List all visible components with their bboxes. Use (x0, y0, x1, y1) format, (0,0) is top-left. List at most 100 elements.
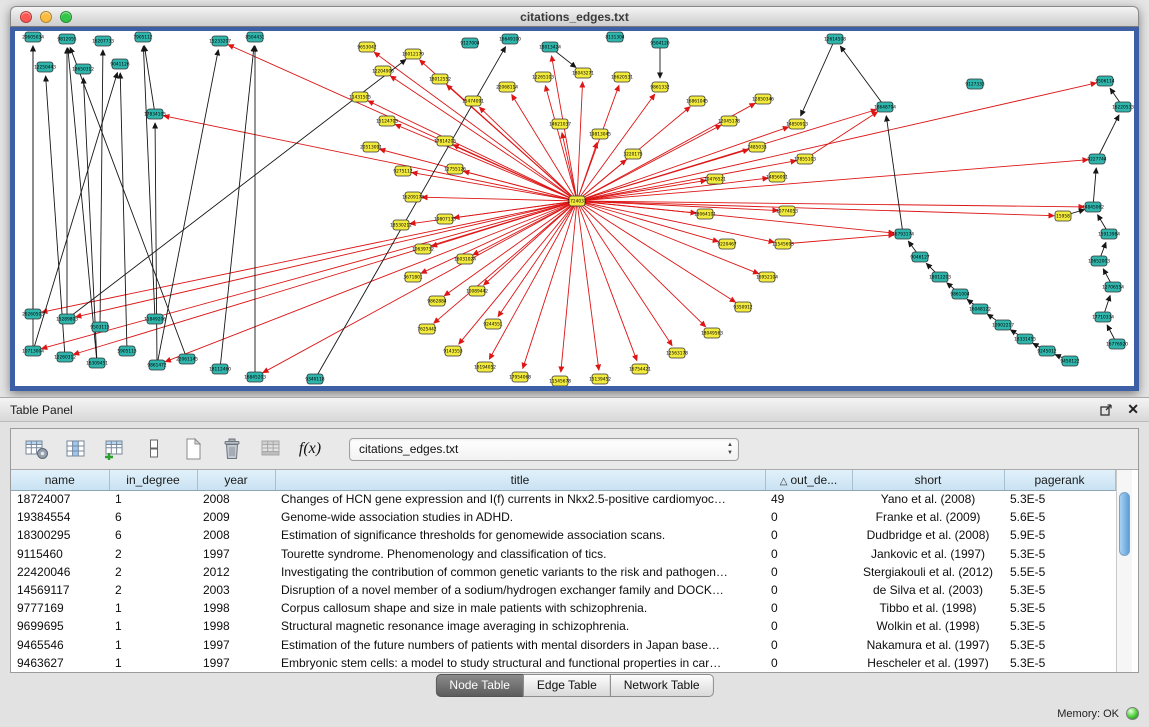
graph-node[interactable]: 9227744 (1087, 154, 1106, 164)
graph-edge[interactable] (577, 178, 768, 201)
graph-node[interactable]: 9244551 (483, 319, 502, 329)
network-canvas[interactable]: 1724031965304212204906114315051512470320… (15, 31, 1134, 386)
graph-node[interactable]: 12250443 (34, 62, 56, 72)
table-cell[interactable]: 9699695 (11, 617, 109, 635)
float-panel-icon[interactable] (1100, 403, 1113, 416)
graph-node[interactable]: 15913984 (1098, 229, 1120, 239)
graph-node[interactable]: 10652003 (1088, 256, 1110, 266)
graph-node[interactable]: 19807133 (434, 214, 456, 224)
table-cell[interactable]: 14569117 (11, 581, 109, 599)
table-cell[interactable]: 5.9E-5 (1004, 526, 1115, 544)
column-header-pagerank[interactable]: pagerank (1004, 470, 1115, 490)
table-cell[interactable]: Changes of HCN gene expression and I(f) … (275, 490, 765, 508)
graph-node[interactable]: 17834105 (144, 109, 166, 119)
scrollbar-thumb[interactable] (1119, 492, 1130, 556)
graph-node[interactable]: 16845203 (244, 372, 266, 382)
graph-node[interactable]: 18012552 (429, 74, 451, 84)
graph-node[interactable]: 1724031 (567, 196, 586, 206)
graph-edge[interactable] (164, 116, 577, 201)
table-cell[interactable]: de Silva et al. (2003) (852, 581, 1004, 599)
graph-edge[interactable] (368, 101, 577, 201)
graph-node[interactable]: 9862884 (427, 296, 446, 306)
table-cell[interactable]: 0 (765, 636, 852, 654)
graph-edge[interactable] (143, 46, 155, 319)
table-cell[interactable]: 0 (765, 545, 852, 563)
graph-node[interactable]: 15233207 (209, 36, 231, 46)
graph-node[interactable]: 16209178 (402, 192, 424, 202)
table-cell[interactable]: Disruption of a novel member of a sodium… (275, 581, 765, 599)
graph-edge[interactable] (70, 47, 187, 359)
graph-edge[interactable] (577, 127, 789, 201)
graph-node[interactable]: 9653042 (357, 42, 376, 52)
table-row[interactable]: 946362711997Embryonic stem cells: a mode… (11, 654, 1115, 672)
table-cell[interactable]: 1997 (197, 545, 275, 563)
graph-node[interactable]: 16649100 (499, 34, 521, 44)
graph-node[interactable]: 22061145 (176, 354, 198, 364)
table-cell[interactable]: 19384554 (11, 508, 109, 526)
graph-edge[interactable] (220, 46, 254, 369)
table-cell[interactable]: Embryonic stem cells: a model to study s… (275, 654, 765, 672)
table-cell[interactable]: 2008 (197, 490, 275, 508)
delete-table-button[interactable] (218, 434, 246, 464)
graph-node[interactable]: 12755126 (444, 164, 466, 174)
graph-node[interactable]: 10639732 (412, 244, 434, 254)
graph-node[interactable]: 16012179 (402, 49, 424, 59)
table-cell[interactable]: Wolkin et al. (1998) (852, 617, 1004, 635)
import-table-button[interactable] (257, 434, 285, 464)
graph-node[interactable]: 9506114 (1095, 76, 1114, 86)
table-cell[interactable]: 5.3E-5 (1004, 545, 1115, 563)
graph-node[interactable]: 16194052 (474, 362, 496, 372)
graph-edge[interactable] (100, 50, 103, 327)
toggle-rows-button[interactable] (140, 434, 168, 464)
graph-node[interactable]: 9861004 (950, 289, 969, 299)
graph-node[interactable]: 12204906 (372, 66, 394, 76)
table-cell[interactable]: 5.3E-5 (1004, 581, 1115, 599)
close-panel-icon[interactable]: ✕ (1127, 401, 1139, 418)
graph-node[interactable]: 14621037 (549, 119, 571, 129)
table-cell[interactable]: 1 (109, 636, 197, 654)
graph-edge[interactable] (577, 83, 1096, 201)
graph-node[interactable]: 10713004 (22, 346, 44, 356)
table-source-select[interactable]: citations_edges.txt ▲▼ (349, 438, 739, 461)
graph-edge[interactable] (577, 160, 1088, 201)
graph-edge[interactable] (1097, 115, 1119, 159)
graph-node[interactable]: 9127333 (965, 79, 984, 89)
table-row[interactable]: 1456911722003Disruption of a novel membe… (11, 581, 1115, 599)
table-cell[interactable]: 5.3E-5 (1004, 654, 1115, 672)
graph-node[interactable]: 14856091 (766, 172, 788, 182)
column-header-title[interactable]: title (275, 470, 765, 490)
graph-node[interactable]: 9220467 (717, 239, 736, 249)
table-cell[interactable]: Structural magnetic resonance image aver… (275, 617, 765, 635)
graph-node[interactable]: 8504431 (245, 32, 264, 42)
graph-node[interactable]: 15139452 (589, 374, 611, 384)
graph-node[interactable]: 11545693 (772, 239, 794, 249)
graph-node[interactable]: 18648794 (874, 102, 896, 112)
table-cell[interactable]: Nakamura et al. (1997) (852, 636, 1004, 654)
table-cell[interactable]: 5.3E-5 (1004, 617, 1115, 635)
table-cell[interactable]: 0 (765, 563, 852, 581)
graph-node[interactable]: 20605034 (22, 32, 44, 42)
edit-table-button[interactable] (101, 434, 129, 464)
graph-node[interactable]: 18049563 (701, 328, 723, 338)
table-cell[interactable]: 9115460 (11, 545, 109, 563)
graph-edge[interactable] (395, 124, 577, 201)
graph-node[interactable]: 18112460 (209, 364, 231, 374)
graph-edge[interactable] (83, 78, 97, 363)
table-cell[interactable]: 1 (109, 599, 197, 617)
graph-node[interactable]: 9245012 (1037, 346, 1056, 356)
graph-node[interactable]: 18012203 (929, 272, 951, 282)
table-cell[interactable]: 2012 (197, 563, 275, 581)
graph-node[interactable]: 9046127 (910, 252, 929, 262)
graph-node[interactable]: 14850913 (786, 119, 808, 129)
graph-edge[interactable] (1093, 168, 1096, 207)
graph-node[interactable]: 18013424 (539, 42, 561, 52)
graph-node[interactable]: 16620531 (611, 72, 633, 82)
table-cell[interactable]: 2 (109, 563, 197, 581)
graph-node[interactable]: 16754421 (629, 364, 651, 374)
graph-node[interactable]: 18331455 (1014, 334, 1036, 344)
new-table-button[interactable] (179, 434, 207, 464)
graph-edge[interactable] (33, 73, 117, 351)
table-cell[interactable]: 2 (109, 545, 197, 563)
graph-node[interactable]: 9504120 (650, 38, 669, 48)
graph-edge[interactable] (74, 201, 577, 354)
